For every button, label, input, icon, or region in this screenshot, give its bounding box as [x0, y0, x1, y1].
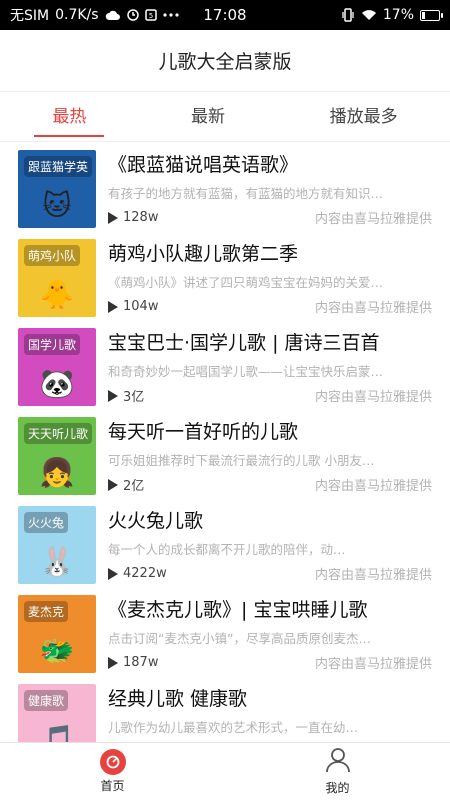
album-cover: 萌鸡小队 🐥	[18, 239, 96, 317]
dragon-icon: 🐲	[39, 634, 75, 667]
play-count: 104w	[108, 299, 158, 314]
more-icon	[162, 13, 179, 17]
play-count-value: 128w	[123, 210, 159, 225]
album-list: 跟蓝猫学英 🐱 《跟蓝猫说唱英语歌》 有孩子的地方就有蓝猫，有蓝猫的地方就有知识…	[0, 142, 450, 742]
play-count-value: 3亿	[123, 390, 145, 405]
play-icon	[108, 656, 118, 669]
wifi-icon	[361, 9, 377, 21]
play-count-value: 2亿	[123, 479, 145, 494]
cat-icon: 🐱	[42, 189, 72, 222]
cover-tag: 健康歌	[24, 690, 69, 711]
album-description: 每一个人的成长都离不开儿歌的陪伴，动…	[108, 542, 346, 557]
cover-tag: 跟蓝猫学英	[24, 156, 93, 177]
play-icon	[108, 211, 118, 224]
play-count: 4222w	[108, 566, 167, 581]
chick-icon: 🐥	[39, 278, 75, 311]
list-item[interactable]: 萌鸡小队 🐥 萌鸡小队趣儿歌第二季 《萌鸡小队》讲述了四只萌鸡宝宝在妈妈的关爱……	[0, 231, 450, 320]
play-count-value: 104w	[123, 299, 159, 314]
tab-most-played[interactable]: 播放最多	[324, 96, 404, 137]
rabbit-icon: 🐰	[39, 545, 75, 578]
album-cover: 跟蓝猫学英 🐱	[18, 150, 96, 228]
cover-tag: 萌鸡小队	[24, 245, 81, 266]
bottom-nav: 首页 我的	[0, 742, 450, 800]
album-title: 《麦杰克儿歌》| 宝宝哄睡儿歌	[108, 599, 368, 621]
album-description: 和奇奇妙妙一起唱国学儿歌——让宝宝快乐启蒙…	[108, 364, 384, 379]
panda-icon: 🐼	[39, 367, 75, 400]
nav-mine-label: 我的	[325, 781, 350, 795]
tab-bar: 最热 最新 播放最多	[0, 92, 450, 142]
provider-label: 内容由喜马拉雅提供	[314, 657, 432, 672]
provider-label: 内容由喜马拉雅提供	[314, 568, 432, 583]
home-icon	[99, 749, 126, 775]
nav-home-label: 首页	[100, 779, 125, 793]
play-icon	[108, 389, 118, 402]
cover-tag: 火火兔	[24, 512, 69, 533]
play-count-value: 4222w	[123, 566, 167, 581]
album-title: 《跟蓝猫说唱英语歌》	[108, 154, 299, 176]
notification-icon: 5	[144, 9, 157, 21]
album-description: 点击订阅“麦杰克小镇”，尽享高品质原创麦杰…	[108, 631, 371, 646]
music-note-icon: 🎵	[39, 723, 75, 742]
tab-hottest[interactable]: 最热	[34, 96, 105, 137]
cover-tag: 麦杰克	[24, 601, 69, 622]
carrier-text: 无SIM	[10, 8, 50, 24]
play-count: 2亿	[108, 475, 144, 494]
vibrate-icon	[341, 8, 355, 22]
album-cover: 火火兔 🐰	[18, 506, 96, 584]
provider-label: 内容由喜马拉雅提供	[314, 301, 432, 316]
play-count-value: 187w	[123, 655, 159, 670]
cover-tag: 国学儿歌	[24, 334, 81, 355]
status-left: 无SIM 0.7K/s 5	[10, 5, 179, 25]
list-item[interactable]: 天天听儿歌 👧 每天听一首好听的儿歌 可乐姐姐推荐时下最流行最流行的儿歌 小朋友…	[0, 409, 450, 498]
album-cover: 健康歌 🎵	[18, 684, 96, 742]
album-cover: 天天听儿歌 👧	[18, 417, 96, 495]
provider-label: 内容由喜马拉雅提供	[314, 479, 432, 494]
status-right: 17%	[341, 7, 443, 23]
play-icon	[108, 567, 118, 580]
nav-mine[interactable]: 我的	[225, 743, 450, 800]
page-title: 儿歌大全启蒙版	[0, 30, 450, 92]
status-bar: 无SIM 0.7K/s 5 17:08 17%	[0, 0, 450, 30]
play-icon	[108, 478, 118, 491]
clock-icon	[126, 9, 139, 21]
album-description: 儿歌作为幼儿最喜欢的艺术形式，一直在幼…	[108, 720, 359, 735]
tab-newest[interactable]: 最新	[185, 96, 231, 137]
list-item[interactable]: 国学儿歌 🐼 宝宝巴士·国学儿歌 | 唐诗三百首 和奇奇妙妙一起唱国学儿歌——让…	[0, 320, 450, 409]
album-cover: 国学儿歌 🐼	[18, 328, 96, 406]
album-description: 有孩子的地方就有蓝猫，有蓝猫的地方就有知识…	[108, 186, 384, 201]
play-count: 187w	[108, 655, 158, 670]
play-icon	[108, 300, 118, 313]
play-count: 128w	[108, 210, 158, 225]
provider-label: 内容由喜马拉雅提供	[314, 390, 432, 405]
list-item[interactable]: 麦杰克 🐲 《麦杰克儿歌》| 宝宝哄睡儿歌 点击订阅“麦杰克小镇”，尽享高品质原…	[0, 587, 450, 676]
play-count: 3亿	[108, 386, 144, 405]
user-icon	[325, 747, 351, 777]
battery-icon	[420, 9, 443, 21]
album-description: 可乐姐姐推荐时下最流行最流行的儿歌 小朋友…	[108, 453, 375, 468]
list-item[interactable]: 火火兔 🐰 火火兔儿歌 每一个人的成长都离不开儿歌的陪伴，动… 4222w 内容…	[0, 498, 450, 587]
list-item[interactable]: 健康歌 🎵 经典儿歌 健康歌 儿歌作为幼儿最喜欢的艺术形式，一直在幼…	[0, 676, 450, 742]
girl-icon: 👧	[39, 456, 75, 489]
nav-home[interactable]: 首页	[0, 743, 225, 800]
album-description: 《萌鸡小队》讲述了四只萌鸡宝宝在妈妈的关爱…	[108, 275, 384, 290]
album-cover: 麦杰克 🐲	[18, 595, 96, 673]
svg-text:5: 5	[148, 12, 152, 20]
album-title: 宝宝巴士·国学儿歌 | 唐诗三百首	[108, 332, 380, 354]
provider-label: 内容由喜马拉雅提供	[314, 212, 432, 227]
album-title: 萌鸡小队趣儿歌第二季	[108, 243, 299, 265]
album-title: 经典儿歌 健康歌	[108, 688, 248, 710]
cloud-icon	[105, 9, 121, 21]
list-item[interactable]: 跟蓝猫学英 🐱 《跟蓝猫说唱英语歌》 有孩子的地方就有蓝猫，有蓝猫的地方就有知识…	[0, 142, 450, 231]
cover-tag: 天天听儿歌	[24, 423, 93, 444]
album-title: 每天听一首好听的儿歌	[108, 421, 299, 443]
album-title: 火火兔儿歌	[108, 510, 204, 532]
battery-percent: 17%	[382, 7, 414, 23]
network-speed: 0.7K/s	[55, 7, 99, 23]
